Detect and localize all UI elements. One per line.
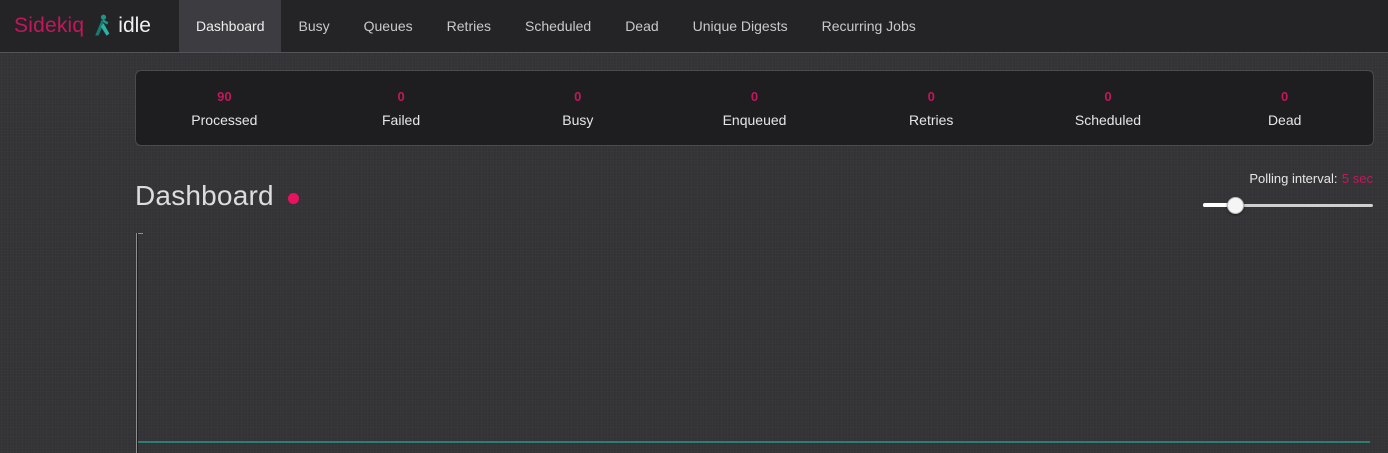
stat-retries-value: 0 <box>843 89 1020 104</box>
stat-scheduled[interactable]: 0 Scheduled <box>1020 89 1197 128</box>
stat-failed[interactable]: 0 Failed <box>313 89 490 128</box>
brand-name: Sidekiq <box>14 14 84 38</box>
polling-interval-label: Polling interval: <box>1249 171 1337 186</box>
polling-interval-control: Polling interval: 5 sec <box>1203 170 1373 214</box>
summary-bar: 90 Processed 0 Failed 0 Busy 0 Enqueued … <box>135 70 1374 146</box>
nav-item-unique-digests[interactable]: Unique Digests <box>676 0 805 52</box>
sidekiq-dancer-icon <box>91 14 111 38</box>
nav-item-retries[interactable]: Retries <box>430 0 508 52</box>
stat-scheduled-value: 0 <box>1020 89 1197 104</box>
beat-indicator-icon <box>288 193 299 204</box>
stat-retries-label: Retries <box>843 112 1020 128</box>
top-navbar: Sidekiq idle Dashboard Busy Queues Retri… <box>0 0 1388 53</box>
stat-dead-label: Dead <box>1196 112 1373 128</box>
nav-item-dashboard[interactable]: Dashboard <box>179 0 282 52</box>
nav-item-recurring-jobs[interactable]: Recurring Jobs <box>805 0 933 52</box>
stat-busy-label: Busy <box>489 112 666 128</box>
stat-dead-value: 0 <box>1196 89 1373 104</box>
stat-enqueued-value: 0 <box>666 89 843 104</box>
stat-busy-value: 0 <box>489 89 666 104</box>
nav-items: Dashboard Busy Queues Retries Scheduled … <box>179 0 933 52</box>
nav-item-scheduled[interactable]: Scheduled <box>508 0 608 52</box>
stat-enqueued-label: Enqueued <box>666 112 843 128</box>
chart-y-axis-shadow <box>137 233 138 453</box>
stat-failed-value: 0 <box>313 89 490 104</box>
stat-enqueued[interactable]: 0 Enqueued <box>666 89 843 128</box>
slider-thumb[interactable] <box>1227 197 1244 214</box>
nav-item-busy[interactable]: Busy <box>281 0 346 52</box>
stat-busy[interactable]: 0 Busy <box>489 89 666 128</box>
nav-item-queues[interactable]: Queues <box>347 0 430 52</box>
stat-processed-label: Processed <box>136 112 313 128</box>
nav-item-dead[interactable]: Dead <box>608 0 675 52</box>
page-header: Dashboard Polling interval: 5 sec <box>135 170 1373 214</box>
status-text: idle <box>118 14 151 38</box>
stat-retries[interactable]: 0 Retries <box>843 89 1020 128</box>
polling-interval-value: 5 sec <box>1342 171 1373 186</box>
stat-processed[interactable]: 90 Processed <box>136 89 313 128</box>
stat-scheduled-label: Scheduled <box>1020 112 1197 128</box>
polling-interval-text: Polling interval: 5 sec <box>1203 170 1373 188</box>
title-wrap: Dashboard <box>135 180 299 212</box>
realtime-chart <box>136 233 1373 453</box>
stat-failed-label: Failed <box>313 112 490 128</box>
stat-processed-value: 90 <box>136 89 313 104</box>
polling-interval-slider[interactable] <box>1203 197 1373 214</box>
chart-series-line-processed <box>138 441 1370 443</box>
page-title: Dashboard <box>135 180 274 212</box>
stat-dead[interactable]: 0 Dead <box>1196 89 1373 128</box>
brand-link[interactable]: Sidekiq idle <box>0 0 167 52</box>
